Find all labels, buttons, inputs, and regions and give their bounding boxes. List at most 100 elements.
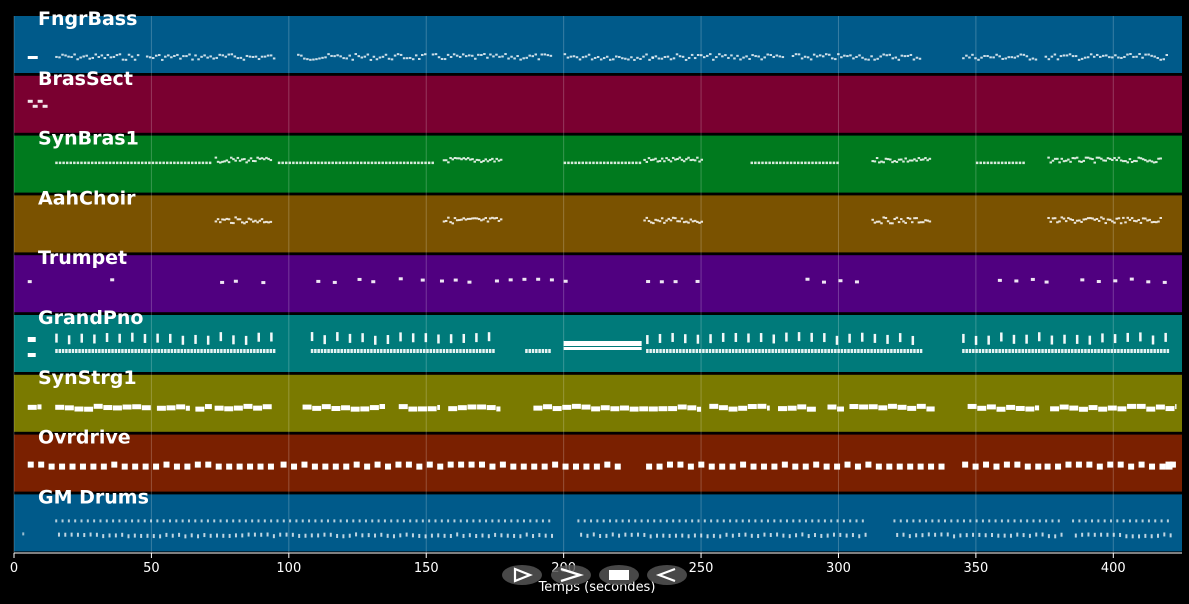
- note: [124, 58, 128, 61]
- track-lane-7[interactable]: [14, 374, 1182, 432]
- note: [721, 55, 724, 58]
- note: [823, 463, 830, 470]
- note: [1169, 533, 1172, 538]
- note: [315, 58, 318, 61]
- note: [768, 349, 771, 353]
- note: [298, 533, 301, 538]
- note: [1103, 349, 1107, 353]
- note: [245, 220, 248, 223]
- note: [361, 333, 364, 343]
- note: [477, 159, 481, 162]
- note: [602, 161, 606, 165]
- note: [1069, 218, 1072, 221]
- note: [541, 519, 544, 523]
- note: [895, 160, 899, 163]
- note: [596, 55, 600, 58]
- note: [821, 55, 825, 58]
- note: [827, 404, 837, 410]
- note: [480, 53, 483, 56]
- note: [759, 333, 763, 343]
- note: [447, 461, 454, 468]
- stop-button[interactable]: [599, 565, 639, 585]
- note: [678, 519, 681, 523]
- note: [324, 161, 327, 165]
- note: [158, 54, 161, 57]
- note: [312, 405, 322, 411]
- note: [880, 160, 883, 163]
- note: [65, 161, 69, 165]
- note: [260, 55, 264, 58]
- note: [854, 280, 859, 284]
- note: [210, 349, 213, 353]
- note: [61, 519, 64, 523]
- note: [1157, 157, 1160, 160]
- track-lane-1[interactable]: [14, 16, 1182, 73]
- note: [654, 157, 657, 160]
- note: [372, 55, 376, 58]
- note: [234, 216, 237, 219]
- note: [911, 221, 914, 224]
- note: [675, 349, 679, 353]
- note: [831, 57, 834, 60]
- note: [787, 405, 797, 411]
- note: [169, 161, 173, 165]
- note: [1100, 532, 1103, 537]
- note: [674, 217, 677, 220]
- note: [327, 53, 330, 56]
- note: [635, 161, 638, 165]
- note: [259, 349, 263, 353]
- note: [455, 349, 459, 353]
- note: [187, 349, 190, 353]
- note: [803, 55, 807, 58]
- play-button[interactable]: [502, 565, 542, 585]
- note: [873, 333, 877, 343]
- note: [480, 219, 483, 222]
- note: [1000, 519, 1003, 523]
- note: [169, 333, 172, 343]
- note: [483, 53, 486, 56]
- note: [141, 405, 151, 411]
- track-lane-2[interactable]: [14, 75, 1182, 133]
- note: [194, 54, 197, 57]
- note: [366, 53, 370, 56]
- note: [861, 332, 864, 342]
- note: [1050, 55, 1054, 58]
- note: [1064, 349, 1067, 353]
- note: [834, 349, 837, 353]
- note: [468, 533, 471, 538]
- note: [1098, 406, 1108, 412]
- note: [453, 217, 457, 220]
- note: [299, 161, 302, 165]
- track-lane-9[interactable]: [14, 494, 1182, 552]
- note: [329, 532, 332, 537]
- note: [775, 161, 779, 165]
- note: [1105, 54, 1108, 57]
- note: [1071, 218, 1075, 221]
- back-button[interactable]: [647, 565, 687, 585]
- note: [915, 217, 918, 220]
- note: [1130, 349, 1133, 353]
- note: [1051, 349, 1054, 353]
- note: [1119, 159, 1123, 162]
- note: [1135, 519, 1138, 523]
- note: [84, 406, 94, 412]
- note: [80, 161, 83, 165]
- note: [778, 406, 788, 412]
- note: [97, 55, 101, 58]
- note: [773, 519, 776, 523]
- note: [1111, 56, 1114, 59]
- note: [1117, 156, 1121, 159]
- note: [348, 333, 352, 343]
- note: [909, 53, 913, 56]
- track-lane-4[interactable]: [14, 195, 1182, 253]
- note: [507, 57, 510, 60]
- note: [431, 53, 435, 56]
- note: [94, 161, 98, 165]
- track-lane-5[interactable]: [14, 255, 1182, 313]
- note: [140, 161, 144, 165]
- forward-button[interactable]: [551, 565, 591, 585]
- note: [581, 404, 591, 410]
- note: [1104, 222, 1107, 225]
- note: [689, 218, 693, 221]
- note: [1058, 161, 1061, 164]
